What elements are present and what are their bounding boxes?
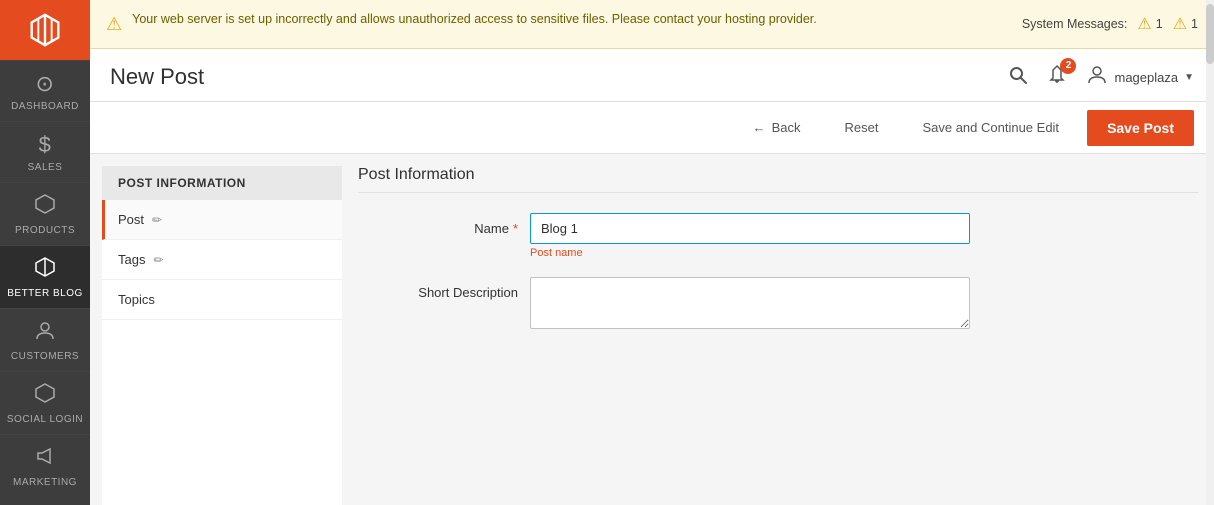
- name-label: Name*: [358, 213, 518, 236]
- warning-icon: ⚠: [106, 11, 122, 38]
- sidebar-item-dashboard[interactable]: ⊙ DASHBOARD: [0, 60, 90, 121]
- form-row-name: Name* Post name: [358, 213, 1198, 259]
- system-messages-label: System Messages:: [1022, 17, 1128, 31]
- save-post-label: Save Post: [1107, 120, 1174, 136]
- reset-button[interactable]: Reset: [828, 112, 894, 143]
- back-arrow-icon: ←: [753, 120, 766, 135]
- user-menu[interactable]: mageplaza ▼: [1086, 63, 1194, 91]
- sys-msg-badge-1[interactable]: ⚠ 1: [1137, 14, 1162, 34]
- notification-count: 2: [1060, 58, 1076, 74]
- main-content: ⚠ Your web server is set up incorrectly …: [90, 0, 1214, 505]
- warning-icon-2: ⚠: [1173, 14, 1187, 34]
- panel-item-label: Topics: [118, 292, 155, 307]
- better-blog-icon: [34, 256, 56, 284]
- search-button[interactable]: [1008, 65, 1028, 90]
- toolbar: ← Back Reset Save and Continue Edit Save…: [90, 102, 1214, 154]
- msg-count-2: 1: [1191, 17, 1198, 31]
- warning-text-area: ⚠ Your web server is set up incorrectly …: [106, 10, 1022, 38]
- panel-item-post[interactable]: Post ✏: [102, 200, 342, 240]
- save-post-button[interactable]: Save Post: [1087, 110, 1194, 146]
- products-icon: [34, 193, 56, 221]
- edit-icon-tags: ✏: [153, 253, 163, 267]
- sidebar-item-customers[interactable]: CUSTOMERS: [0, 308, 90, 371]
- required-star: *: [513, 221, 518, 236]
- page-title: New Post: [110, 64, 204, 90]
- sidebar-item-sales[interactable]: $ SALES: [0, 121, 90, 182]
- name-hint: Post name: [530, 247, 970, 259]
- sidebar-item-label: CUSTOMERS: [11, 351, 79, 363]
- back-button[interactable]: ← Back: [737, 112, 817, 143]
- chevron-down-icon: ▼: [1184, 72, 1194, 83]
- panel-item-label: Post: [118, 212, 144, 227]
- customers-icon: [34, 319, 56, 347]
- sales-icon: $: [39, 132, 52, 158]
- content-area: POST INFORMATION Post ✏ Tags ✏ Topics Po…: [90, 154, 1214, 505]
- panel-item-tags[interactable]: Tags ✏: [102, 240, 342, 280]
- short-description-label: Short Description: [358, 277, 518, 300]
- left-panel: POST INFORMATION Post ✏ Tags ✏ Topics: [102, 166, 342, 505]
- msg-count-1: 1: [1156, 17, 1163, 31]
- sidebar-item-label: DASHBOARD: [11, 101, 79, 113]
- dashboard-icon: ⊙: [36, 71, 55, 97]
- notifications-button[interactable]: 2: [1046, 64, 1068, 91]
- form-section-title: Post Information: [358, 166, 1198, 184]
- right-form: Post Information Name* Post name Short D…: [342, 154, 1214, 505]
- sidebar-item-label: PRODUCTS: [15, 225, 75, 237]
- save-continue-label: Save and Continue Edit: [922, 120, 1059, 135]
- panel-header: POST INFORMATION: [102, 166, 342, 200]
- sys-msg-badge-2[interactable]: ⚠ 1: [1173, 14, 1198, 34]
- user-name: mageplaza: [1114, 70, 1178, 85]
- sidebar-item-label: BETTER BLOG: [7, 288, 83, 300]
- user-avatar-icon: [1086, 63, 1108, 91]
- warning-icon-1: ⚠: [1137, 14, 1151, 34]
- sidebar-item-marketing[interactable]: MARKETING: [0, 434, 90, 497]
- form-row-short-description: Short Description: [358, 277, 1198, 332]
- form-divider: [358, 192, 1198, 193]
- reset-label: Reset: [844, 120, 878, 135]
- page-header: New Post 2: [90, 49, 1214, 102]
- sidebar-item-label: SALES: [28, 162, 63, 174]
- scrollbar-thumb[interactable]: [1206, 4, 1214, 64]
- sidebar: ⊙ DASHBOARD $ SALES PRODUCTS BETTER BLOG: [0, 0, 90, 505]
- short-description-input[interactable]: [530, 277, 970, 329]
- name-input[interactable]: [530, 213, 970, 244]
- marketing-icon: [34, 445, 56, 473]
- sidebar-item-better-blog[interactable]: BETTER BLOG: [0, 245, 90, 308]
- system-messages: System Messages: ⚠ 1 ⚠ 1: [1022, 14, 1198, 34]
- sidebar-item-label: MARKETING: [13, 477, 77, 489]
- scrollbar-track[interactable]: [1206, 0, 1214, 505]
- panel-item-topics[interactable]: Topics: [102, 280, 342, 320]
- warning-banner: ⚠ Your web server is set up incorrectly …: [90, 0, 1214, 49]
- back-label: Back: [772, 120, 801, 135]
- sidebar-item-social-login[interactable]: SOCIAL LOGIN: [0, 371, 90, 434]
- sidebar-item-products[interactable]: PRODUCTS: [0, 182, 90, 245]
- sidebar-logo[interactable]: [0, 0, 90, 60]
- social-login-icon: [34, 382, 56, 410]
- short-description-wrap: [530, 277, 970, 332]
- warning-message: Your web server is set up incorrectly an…: [132, 10, 817, 29]
- header-actions: 2 mageplaza ▼: [1008, 63, 1194, 91]
- sidebar-item-label: SOCIAL LOGIN: [7, 414, 83, 426]
- edit-icon-post: ✏: [152, 213, 162, 227]
- save-continue-button[interactable]: Save and Continue Edit: [906, 112, 1075, 143]
- name-field-wrap: Post name: [530, 213, 970, 259]
- panel-item-label: Tags: [118, 252, 145, 267]
